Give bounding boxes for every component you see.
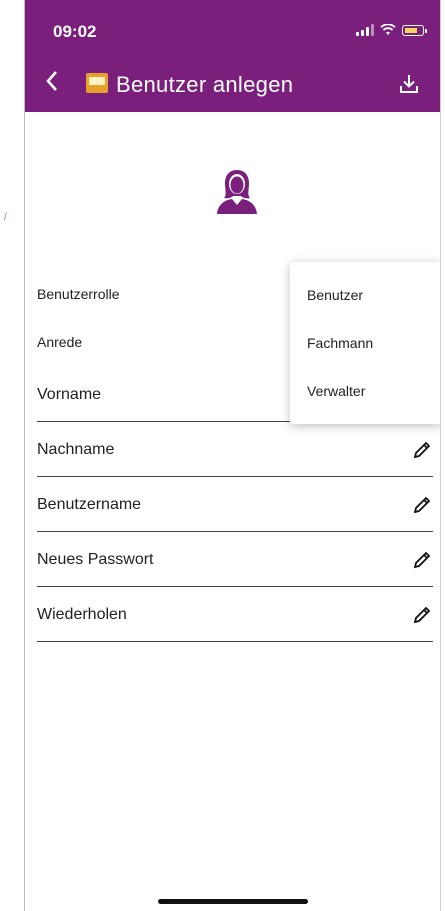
- menu-item-fachmann[interactable]: Fachmann: [307, 335, 373, 351]
- signal-icon: [356, 24, 374, 36]
- back-button[interactable]: [45, 70, 59, 96]
- home-indicator[interactable]: [158, 899, 308, 904]
- password-field-label[interactable]: Neues Passwort: [37, 551, 433, 569]
- lastname-field-label[interactable]: Nachname: [37, 441, 433, 459]
- edge-mark: /: [4, 212, 7, 223]
- download-icon[interactable]: [398, 73, 420, 95]
- role-dropdown-menu: Benutzer Fachmann Verwalter: [290, 262, 440, 424]
- menu-item-benutzer[interactable]: Benutzer: [307, 287, 363, 303]
- lastname-underline: [37, 476, 433, 477]
- menu-item-verwalter[interactable]: Verwalter: [307, 383, 365, 399]
- background-edge: /: [0, 0, 24, 911]
- status-icons: [356, 24, 427, 36]
- status-time: 09:02: [53, 22, 97, 41]
- wifi-icon: [380, 24, 396, 35]
- repeat-underline: [37, 641, 433, 642]
- pencil-icon[interactable]: [412, 495, 432, 515]
- pencil-icon[interactable]: [412, 550, 432, 570]
- phone-screen: 09:02 Benutzer anlegen Benutzerrolle Anr…: [24, 0, 441, 911]
- page-title: Benutzer anlegen: [116, 72, 294, 97]
- username-underline: [37, 531, 433, 532]
- pencil-icon[interactable]: [412, 440, 432, 460]
- repeat-field-label[interactable]: Wiederholen: [37, 606, 433, 624]
- password-underline: [37, 586, 433, 587]
- app-header: 09:02 Benutzer anlegen: [25, 0, 440, 112]
- heat-app-logo: [86, 73, 108, 93]
- pencil-icon[interactable]: [412, 605, 432, 625]
- chevron-left-icon: [46, 71, 57, 91]
- username-field-label[interactable]: Benutzername: [37, 496, 433, 514]
- battery-icon: [402, 24, 427, 36]
- user-avatar-icon[interactable]: [215, 168, 259, 214]
